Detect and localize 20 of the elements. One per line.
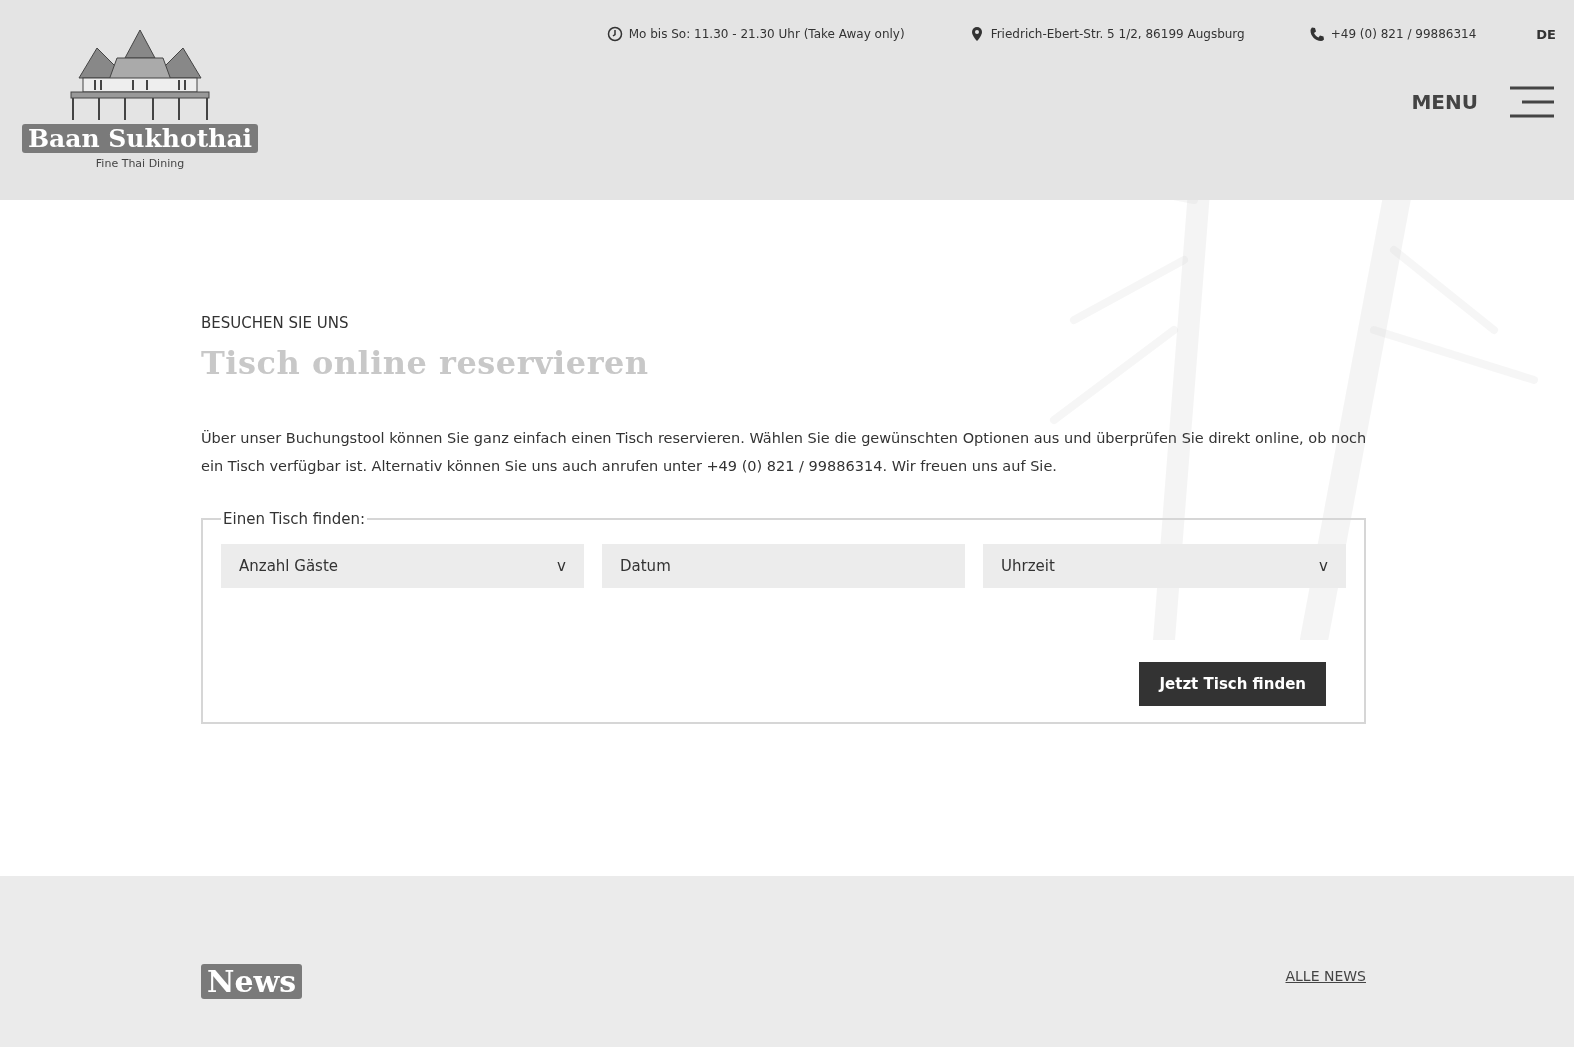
news-heading: News xyxy=(201,964,303,999)
form-legend: Einen Tisch finden: xyxy=(221,510,368,528)
section-eyebrow: BESUCHEN SIE UNS xyxy=(201,314,350,332)
all-news-link[interactable]: ALLE NEWS xyxy=(1285,968,1366,984)
contact-info-text: Mo bis So: 11.30 - 21.30 Uhr (Take Away only) xyxy=(628,27,905,41)
contact-info-text: Friedrich-Ebert-Str. 5 1/2, 86199 Augsburg xyxy=(990,27,1245,41)
phone-icon xyxy=(1308,26,1325,42)
dropdown-field[interactable]: Uhrzeit v xyxy=(983,544,1346,588)
menu-icon[interactable] xyxy=(1508,86,1556,118)
find-table-button[interactable]: Jetzt Tisch finden xyxy=(1139,662,1326,706)
contact-info-text: +49 (0) 821 / 99886314 xyxy=(1330,27,1477,41)
logo-tagline: Fine Thai Dining xyxy=(95,157,185,170)
intro-paragraph: Über unser Buchungstool können Sie ganz einfach einen Tisch reservieren. Wählen Sie die gewünschten Optionen aus und überprüfen Sie direkt online, ob noch ein Tisch verfügbar ist. Alternativ können Sie uns auch anrufen unter +49 (0) 821 / 99886314. Wir freuen uns auf Sie. xyxy=(201,429,1368,476)
clock-icon xyxy=(606,26,623,42)
date-input-field[interactable]: Datum xyxy=(602,544,965,588)
menu-button[interactable]: MENU xyxy=(1411,90,1478,114)
logo-wordmark: Baan Sukhothai xyxy=(21,124,259,153)
temple-logo-icon xyxy=(67,28,213,122)
dropdown-field[interactable]: Anzahl Gäste v xyxy=(221,544,584,588)
language-switch[interactable]: DE xyxy=(1536,26,1556,42)
